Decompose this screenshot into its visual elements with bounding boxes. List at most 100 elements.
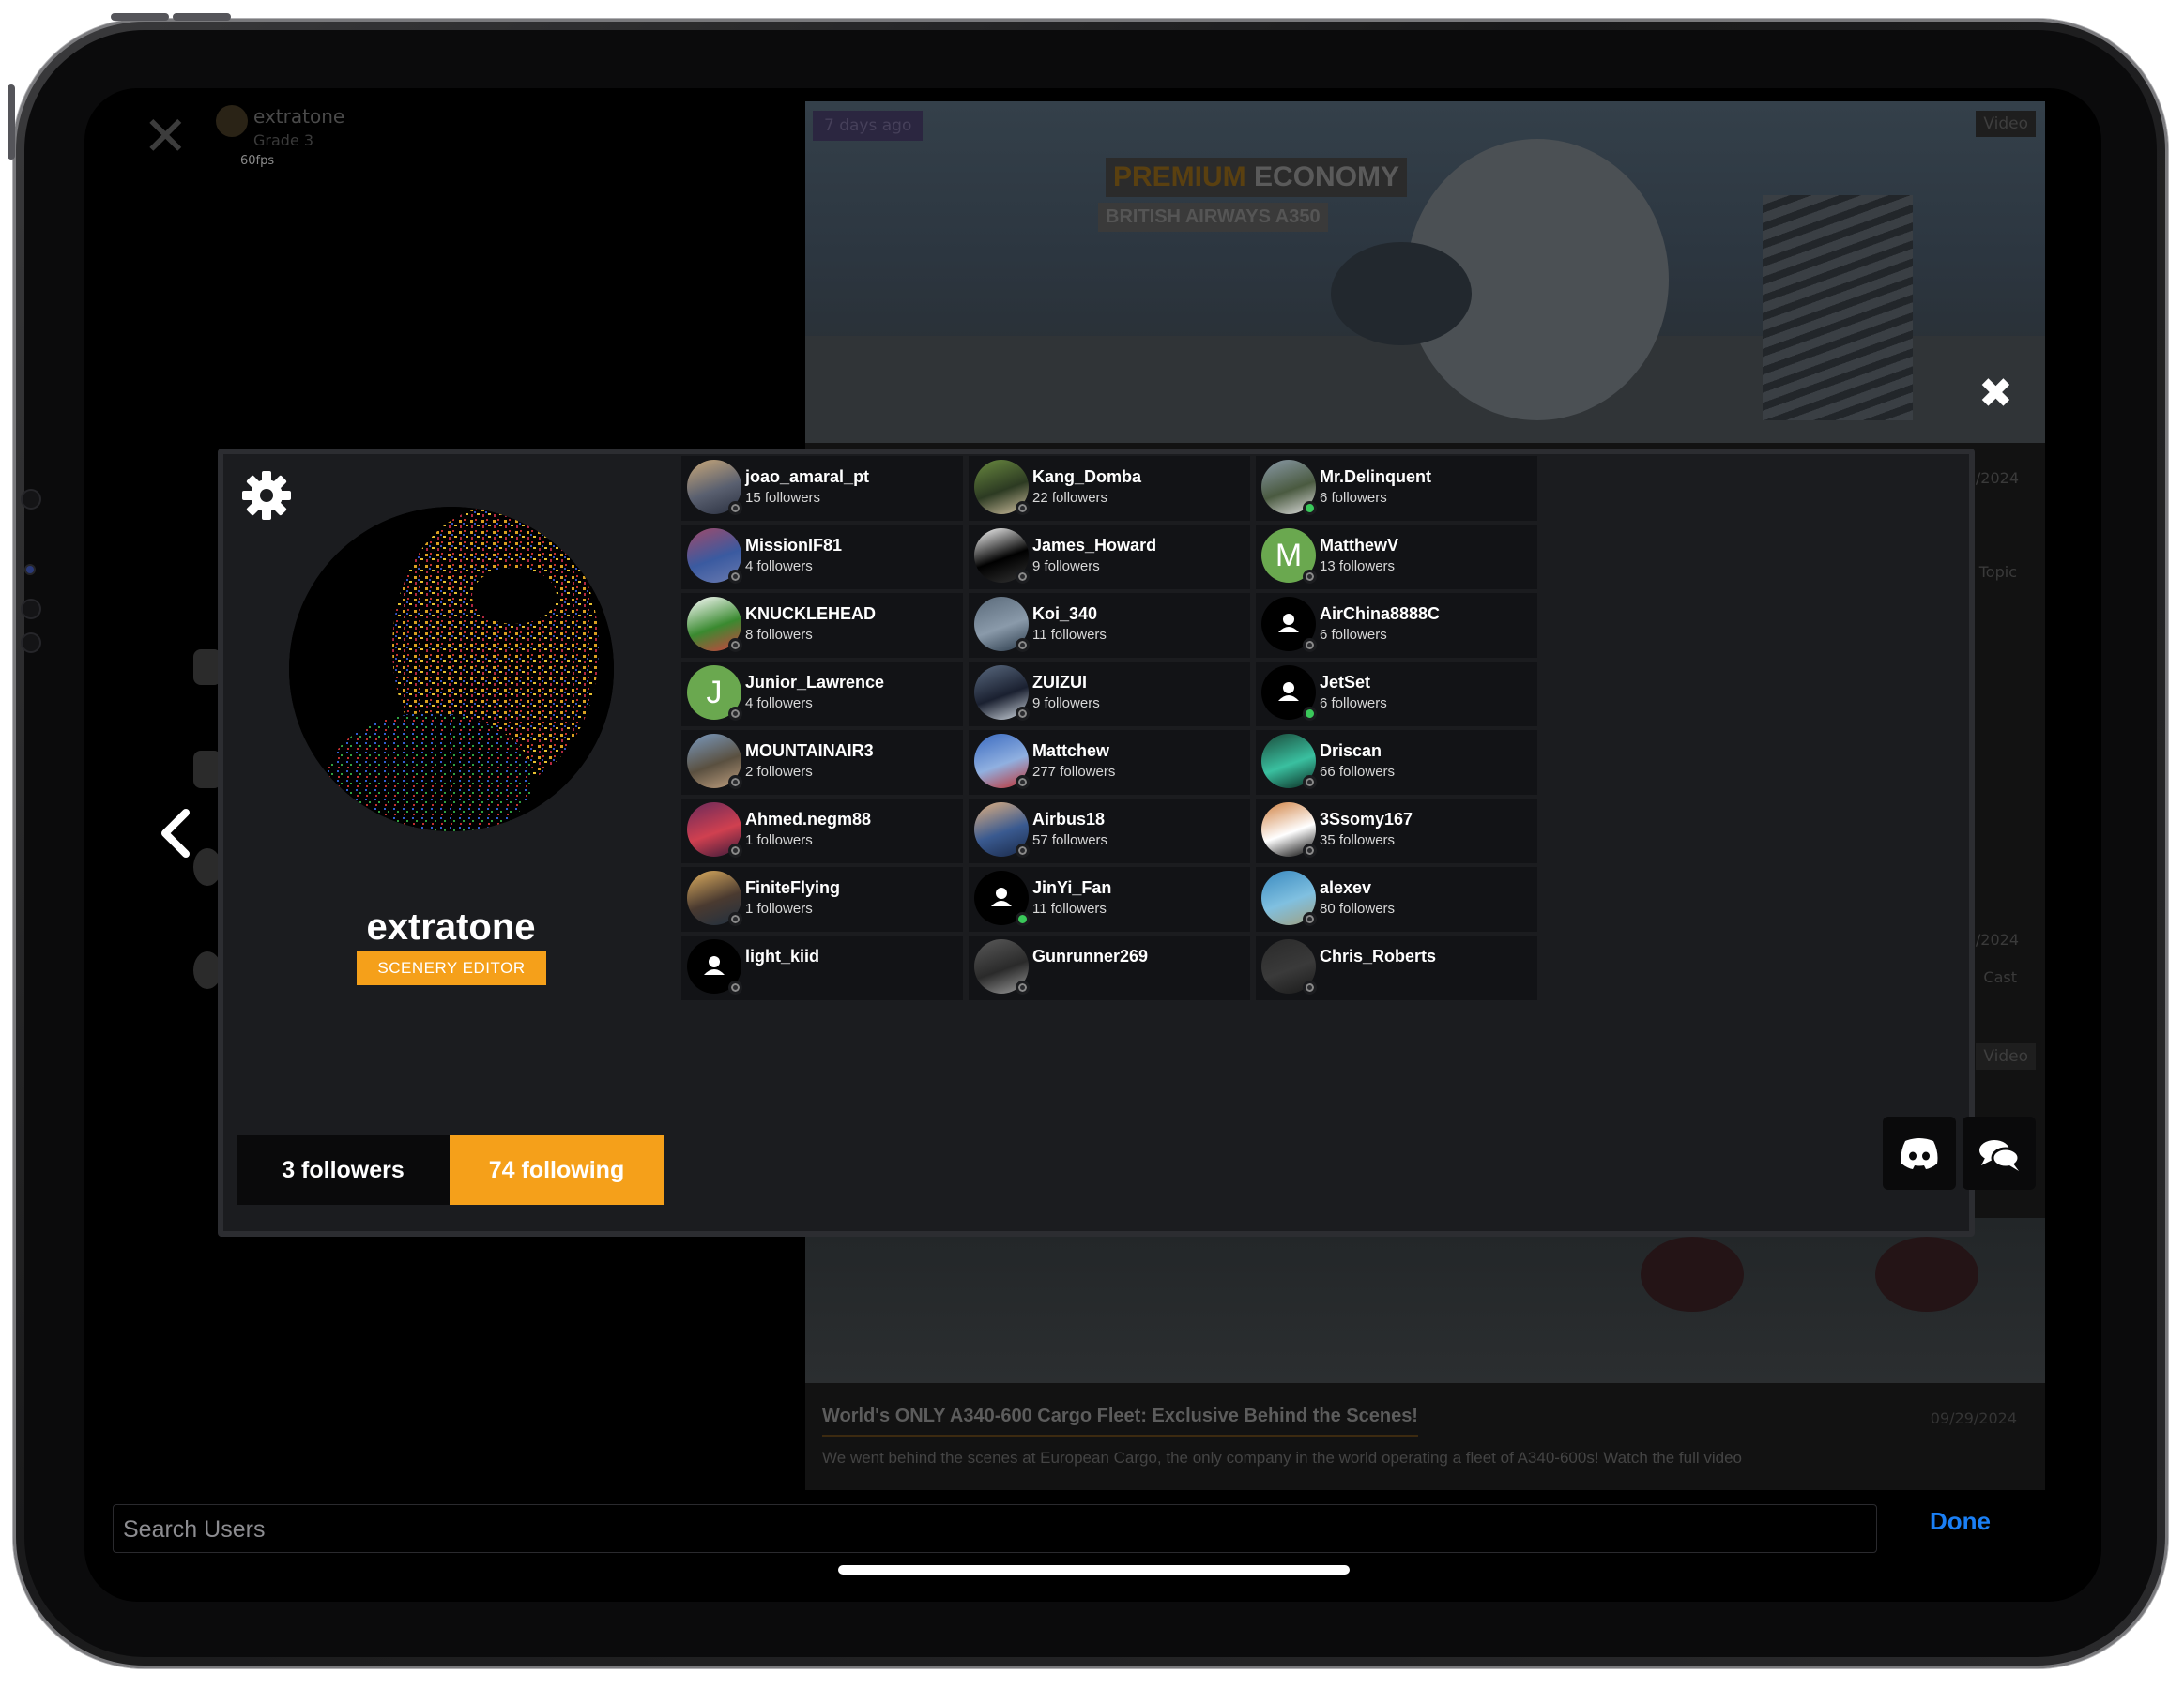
follower-count: 4 followers [745,558,813,574]
post-age-tag: 7 days ago [813,111,924,141]
offline-status-dot [728,775,742,789]
user-cell[interactable]: Driscan 66 followers [1256,730,1537,795]
aircraft-engine [1875,1237,1978,1312]
offline-status-dot [1303,570,1317,584]
screen: ✕ extratone Grade 3 60fps 7 days ago Vid… [84,88,2101,1602]
username: alexev [1320,878,1372,897]
aircraft-engine [1331,242,1472,345]
follower-count: 8 followers [745,627,813,643]
user-cell[interactable]: alexev 80 followers [1256,867,1537,932]
sensor-dot [23,491,39,508]
following-tab[interactable]: 74 following [450,1135,664,1205]
offline-status-dot [1303,981,1317,995]
offline-status-dot [1016,501,1030,515]
username: Junior_Lawrence [745,673,885,692]
user-cell[interactable]: Mattchew 277 followers [969,730,1250,795]
hero-title-rest: ECONOMY [1254,161,1400,192]
user-cell[interactable]: James_Howard 9 followers [969,525,1250,589]
username: Mr.Delinquent [1320,467,1432,486]
online-status-dot [1303,707,1317,721]
user-cell[interactable]: light_kiid [681,936,963,1000]
followers-tab[interactable]: 3 followers [237,1135,450,1205]
back-chevron-icon[interactable] [158,809,195,858]
online-status-dot [1303,501,1317,515]
username: MissionIF81 [745,536,843,555]
side-button [8,84,15,160]
user-cell[interactable]: KNUCKLEHEAD 8 followers [681,593,963,658]
background-grade: Grade 3 [253,131,314,149]
user-cell[interactable]: Ahmed.negm88 1 followers [681,799,963,863]
follower-count: 2 followers [745,764,813,780]
done-button[interactable]: Done [1930,1507,1991,1536]
follower-count: 9 followers [1032,558,1100,574]
user-cell[interactable]: MOUNTAINAIR3 2 followers [681,730,963,795]
home-indicator[interactable] [838,1565,1350,1575]
follower-count: 15 followers [745,490,821,506]
username: James_Howard [1032,536,1157,555]
follower-count: 4 followers [745,695,813,711]
gear-icon[interactable] [240,469,293,522]
feed-hero-image[interactable]: 7 days ago Video PREMIUM ECONOMY BRITISH… [805,101,2045,443]
user-cell[interactable]: JetSet 6 followers [1256,662,1537,726]
user-cell[interactable]: Chris_Roberts [1256,936,1537,1000]
username: Driscan [1320,741,1382,760]
offline-status-dot [728,707,742,721]
post-type-tag-2: Video [1976,1043,2036,1070]
offline-status-dot [1303,844,1317,858]
username: Kang_Domba [1032,467,1142,486]
user-cell[interactable]: FiniteFlying 1 followers [681,867,963,932]
fps-counter: 60fps [240,154,275,168]
username: JinYi_Fan [1032,878,1112,897]
user-cell[interactable]: Airbus18 57 followers [969,799,1250,863]
user-cell[interactable]: ZUIZUI 9 followers [969,662,1250,726]
background-username: extratone [253,105,345,128]
hero-title-accent: PREMIUM [1113,161,1246,192]
chat-button[interactable] [1963,1117,2036,1190]
username: JetSet [1320,673,1371,692]
sensor-dot [23,634,39,651]
offline-status-dot [728,844,742,858]
username: 3Ssomy167 [1320,810,1413,829]
background-close-icon[interactable]: ✕ [143,109,189,163]
profile-avatar[interactable] [289,507,614,831]
offline-status-dot [728,981,742,995]
user-cell[interactable]: 3Ssomy167 35 followers [1256,799,1537,863]
username: Airbus18 [1032,810,1106,829]
background-user-avatar [216,105,248,137]
offline-status-dot [1016,981,1030,995]
chat-bubbles-icon [1979,1140,2021,1171]
username: MatthewV [1320,536,1399,555]
offline-status-dot [1303,775,1317,789]
feed-image-2[interactable] [805,1218,2045,1383]
offline-status-dot [1016,844,1030,858]
search-users-input[interactable]: Search Users [113,1504,1877,1553]
user-cell[interactable]: M MatthewV 13 followers [1256,525,1537,589]
username: MOUNTAINAIR3 [745,741,874,760]
user-cell[interactable]: Mr.Delinquent 6 followers [1256,456,1537,521]
aircraft-engine [1641,1237,1744,1312]
offline-status-dot [728,638,742,652]
jet-bridge [1763,195,1913,420]
discord-button[interactable] [1883,1117,1956,1190]
follower-count: 6 followers [1320,490,1387,506]
offline-status-dot [1303,912,1317,926]
article-title[interactable]: World's ONLY A340-600 Cargo Fleet: Exclu… [822,1406,1418,1437]
user-cell[interactable]: JinYi_Fan 11 followers [969,867,1250,932]
user-cell[interactable]: MissionIF81 4 followers [681,525,963,589]
front-camera [26,566,34,573]
top-button-2 [173,13,231,21]
hero-subtitle: BRITISH AIRWAYS A350 [1098,203,1328,232]
username: AirChina8888C [1320,604,1441,623]
following-grid: joao_amaral_pt 15 followers Kang_Domba 22 f… [680,454,1958,1220]
username: FiniteFlying [745,878,840,897]
user-cell[interactable]: J Junior_Lawrence 4 followers [681,662,963,726]
user-cell[interactable]: Koi_340 11 followers [969,593,1250,658]
user-cell[interactable]: AirChina8888C 6 followers [1256,593,1537,658]
user-cell[interactable]: Gunrunner269 [969,936,1250,1000]
username: KNUCKLEHEAD [745,604,876,623]
hero-title: PREMIUM ECONOMY [1106,158,1408,197]
discord-icon [1901,1138,1938,1169]
user-cell[interactable]: Kang_Domba 22 followers [969,456,1250,521]
hero-close-icon[interactable]: ✖ [1978,373,2013,415]
user-cell[interactable]: joao_amaral_pt 15 followers [681,456,963,521]
